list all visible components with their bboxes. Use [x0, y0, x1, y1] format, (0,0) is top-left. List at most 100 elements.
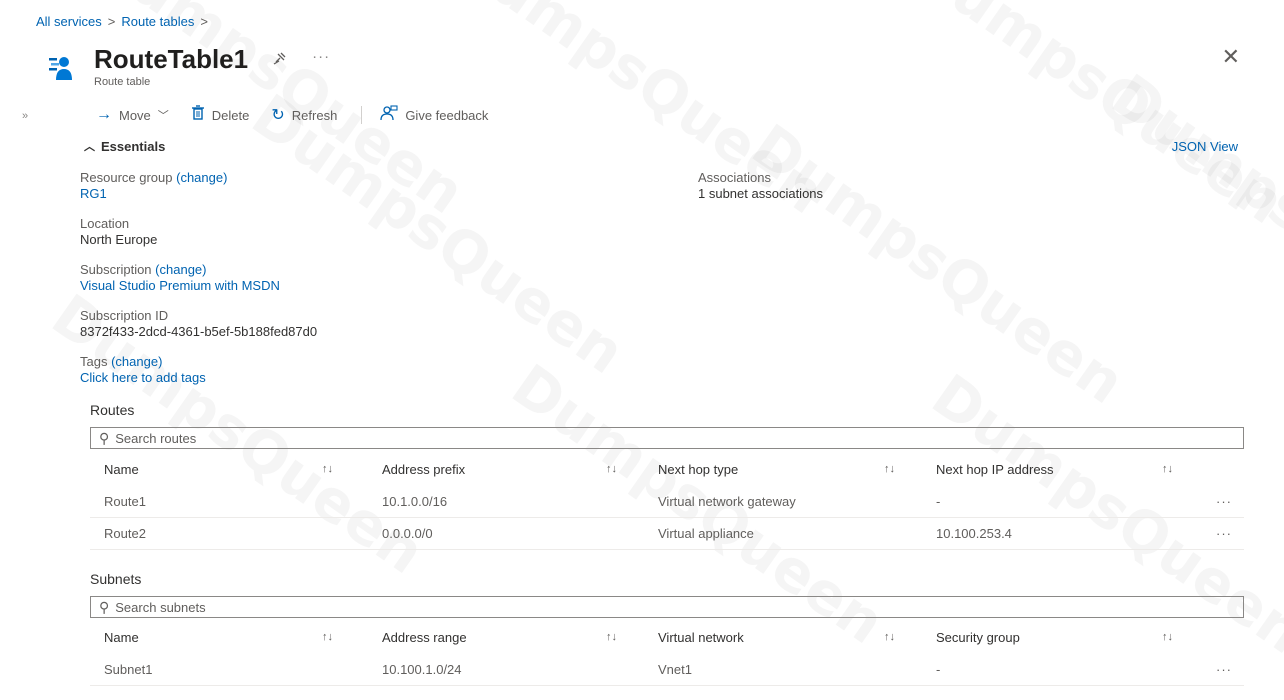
next-hop-ip-cell: 10.100.253.4 [936, 526, 1012, 541]
give-feedback-label: Give feedback [405, 107, 489, 123]
search-icon: ⚲ [99, 598, 110, 615]
sort-icon[interactable]: ↑↓ [1162, 463, 1173, 475]
subnet-name-cell: Subnet1 [104, 662, 153, 677]
breadcrumb-all-services[interactable]: All services [36, 14, 102, 29]
watermark: DumpsQueen [1099, 60, 1284, 368]
move-button[interactable]: → Move ﹀ [96, 106, 169, 124]
route-name-cell: Route1 [104, 494, 146, 509]
chevron-up-icon: ︿ [84, 141, 95, 153]
location-field: Location North Europe [80, 216, 640, 262]
resource-group-value[interactable]: RG1 [80, 186, 640, 202]
associations-value: 1 subnet associations [698, 186, 824, 201]
row-more-icon[interactable]: ··· [1216, 494, 1232, 509]
pin-icon[interactable] [272, 50, 288, 70]
resource-group-change-link[interactable]: (change) [176, 170, 227, 185]
subscription-id-field: Subscription ID 8372f433-2dcd-4361-b5ef-… [80, 308, 640, 354]
sort-icon[interactable]: ↑↓ [606, 463, 617, 475]
column-header-next-hop-ip[interactable]: Next hop IP address [936, 452, 1054, 486]
essentials-label: Essentials [101, 138, 166, 154]
tags-label: Tags [80, 354, 108, 369]
close-icon[interactable]: ✕ [1222, 44, 1240, 70]
column-header-virtual-network[interactable]: Virtual network [658, 620, 744, 654]
search-icon: ⚲ [99, 429, 110, 446]
page-subtitle: Route table [94, 76, 151, 88]
refresh-button[interactable]: ↻ Refresh [271, 105, 337, 125]
routes-table: Name ↑↓ Address prefix ↑↓ Next hop type … [90, 452, 1244, 550]
breadcrumb-route-tables[interactable]: Route tables [121, 14, 194, 29]
search-routes-box[interactable]: ⚲ [90, 427, 1244, 449]
column-header-security-group[interactable]: Security group [936, 620, 1020, 654]
column-header-name[interactable]: Name [104, 620, 139, 654]
row-more-icon[interactable]: ··· [1216, 526, 1232, 541]
column-header-next-hop-type[interactable]: Next hop type [658, 452, 738, 486]
tags-change-link[interactable]: (change) [111, 354, 162, 369]
more-options-icon[interactable]: ··· [312, 48, 330, 65]
column-header-address-prefix[interactable]: Address prefix [382, 452, 465, 486]
refresh-icon: ↻ [271, 107, 285, 124]
address-prefix-cell: 0.0.0.0/0 [382, 526, 433, 541]
table-header-row: Name ↑↓ Address range ↑↓ Virtual network… [90, 620, 1244, 654]
delete-button[interactable]: Delete [191, 105, 250, 125]
subscription-change-link[interactable]: (change) [155, 262, 206, 277]
sort-icon[interactable]: ↑↓ [884, 463, 895, 475]
toolbar-divider [361, 106, 363, 124]
subscription-id-label: Subscription ID [80, 308, 169, 323]
refresh-label: Refresh [291, 107, 338, 123]
subscription-label: Subscription [80, 262, 152, 277]
breadcrumb-separator: > [107, 14, 116, 29]
subscription-field: Subscription (change) Visual Studio Prem… [80, 262, 640, 308]
breadcrumb-separator: > [200, 14, 208, 29]
address-range-cell: 10.100.1.0/24 [382, 662, 462, 677]
move-label: Move [119, 107, 151, 123]
breadcrumb: All services > Route tables > [36, 14, 208, 29]
column-header-name[interactable]: Name [104, 452, 139, 486]
address-prefix-cell: 10.1.0.0/16 [382, 494, 448, 509]
table-row[interactable]: Route1 10.1.0.0/16 Virtual network gatew… [90, 486, 1244, 518]
title-block: RouteTable1 Route table [94, 44, 248, 88]
sort-icon[interactable]: ↑↓ [322, 463, 333, 475]
essentials-toggle[interactable]: ︿ Essentials [84, 138, 165, 154]
security-group-cell: - [936, 662, 941, 677]
tags-field: Tags (change) Click here to add tags [80, 354, 640, 400]
json-view-link[interactable]: JSON View [1172, 139, 1238, 154]
associations-field: Associations 1 subnet associations [698, 170, 823, 202]
location-value: North Europe [80, 232, 158, 247]
virtual-network-cell: Vnet1 [658, 662, 692, 677]
resource-group-label: Resource group [80, 170, 173, 185]
watermark: DumpsQueen [899, 0, 1284, 238]
page-title: RouteTable1 [94, 44, 249, 74]
search-routes-input[interactable] [115, 430, 1243, 446]
search-subnets-box[interactable]: ⚲ [90, 596, 1244, 618]
route-name-cell: Route2 [104, 526, 146, 541]
table-row[interactable]: Route2 0.0.0.0/0 Virtual appliance 10.10… [90, 518, 1244, 550]
subnets-table: Name ↑↓ Address range ↑↓ Virtual network… [90, 620, 1244, 686]
sort-icon[interactable]: ↑↓ [1162, 631, 1173, 643]
expand-sidebar-icon[interactable]: » [22, 110, 28, 122]
add-tags-link[interactable]: Click here to add tags [80, 370, 640, 386]
next-hop-type-cell: Virtual network gateway [658, 494, 796, 509]
resource-group-field: Resource group (change) RG1 [80, 170, 640, 216]
sort-icon[interactable]: ↑↓ [606, 631, 617, 643]
chevron-down-icon: ﹀ [157, 110, 169, 122]
column-header-address-range[interactable]: Address range [382, 620, 467, 654]
sort-icon[interactable]: ↑↓ [322, 631, 333, 643]
search-subnets-input[interactable] [115, 599, 1243, 615]
page-header: RouteTable1 Route table ··· [46, 44, 330, 88]
next-hop-type-cell: Virtual appliance [658, 526, 754, 541]
subscription-id-value: 8372f433-2dcd-4361-b5ef-5b188fed87d0 [80, 324, 318, 339]
essentials-left-column: Resource group (change) RG1 Location Nor… [80, 170, 640, 400]
row-more-icon[interactable]: ··· [1216, 662, 1232, 677]
associations-label: Associations [698, 170, 771, 185]
delete-label: Delete [211, 107, 250, 123]
sort-icon[interactable]: ↑↓ [884, 631, 895, 643]
command-bar: → Move ﹀ Delete ↻ Refresh Give feedback [96, 104, 510, 126]
trash-icon [191, 105, 205, 125]
next-hop-ip-cell: - [936, 494, 941, 509]
subscription-value[interactable]: Visual Studio Premium with MSDN [80, 278, 640, 294]
route-table-icon [46, 52, 76, 82]
give-feedback-button[interactable]: Give feedback [380, 104, 489, 126]
location-label: Location [80, 216, 130, 231]
table-row[interactable]: Subnet1 10.100.1.0/24 Vnet1 - ··· [90, 654, 1244, 686]
feedback-icon [380, 104, 398, 126]
table-header-row: Name ↑↓ Address prefix ↑↓ Next hop type … [90, 452, 1244, 486]
